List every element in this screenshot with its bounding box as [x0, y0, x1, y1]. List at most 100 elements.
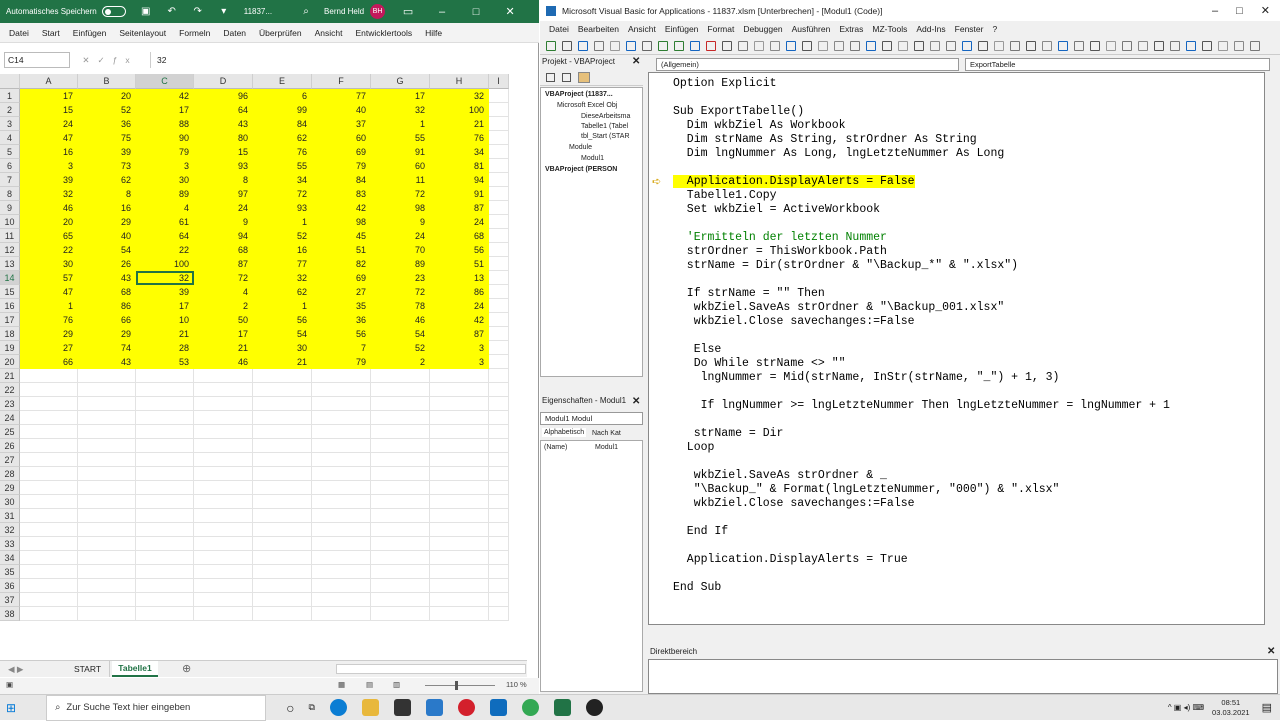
zoom-slider-thumb[interactable] — [455, 681, 458, 690]
table-cell[interactable]: 62 — [78, 173, 136, 187]
table-cell[interactable] — [430, 383, 489, 397]
table-cell[interactable] — [371, 509, 430, 523]
table-cell[interactable]: 56 — [312, 327, 371, 341]
tree-item-thisworkbook[interactable]: DieseArbeitsma — [581, 113, 630, 120]
table-cell[interactable] — [253, 495, 312, 509]
maximize-icon[interactable]: □ — [465, 6, 487, 18]
table-cell[interactable]: 36 — [312, 313, 371, 327]
table-cell[interactable] — [489, 593, 509, 607]
table-cell[interactable] — [136, 495, 194, 509]
table-cell[interactable] — [253, 565, 312, 579]
sheet-tab-tabelle1[interactable]: Tabelle1 — [112, 661, 158, 677]
table-cell[interactable]: 24 — [430, 215, 489, 229]
row-header[interactable]: 22 — [0, 383, 20, 397]
table-cell[interactable] — [253, 383, 312, 397]
table-cell[interactable] — [253, 523, 312, 537]
search-icon[interactable]: ⌕ — [300, 6, 312, 18]
table-cell[interactable] — [489, 215, 509, 229]
row-header[interactable]: 24 — [0, 411, 20, 425]
table-cell[interactable] — [78, 551, 136, 565]
table-cell[interactable]: 30 — [253, 341, 312, 355]
table-cell[interactable]: 11 — [371, 173, 430, 187]
table-cell[interactable] — [253, 425, 312, 439]
table-cell[interactable]: 79 — [312, 355, 371, 369]
row-header[interactable]: 34 — [0, 551, 20, 565]
toolbar-button-icon[interactable] — [1106, 40, 1116, 51]
table-cell[interactable] — [430, 593, 489, 607]
table-cell[interactable] — [78, 439, 136, 453]
toolbar-button-icon[interactable] — [706, 40, 716, 51]
table-cell[interactable] — [489, 509, 509, 523]
table-cell[interactable] — [312, 467, 371, 481]
row-header[interactable]: 12 — [0, 243, 20, 257]
column-header[interactable]: C — [136, 74, 194, 89]
toggle-folders-icon[interactable] — [578, 72, 590, 83]
toolbar-button-icon[interactable] — [850, 40, 860, 51]
table-cell[interactable]: 99 — [253, 103, 312, 117]
table-cell[interactable]: 3 — [20, 159, 78, 173]
table-cell[interactable] — [430, 537, 489, 551]
undo-icon[interactable]: ↶ — [166, 6, 178, 18]
table-cell[interactable]: 45 — [312, 229, 371, 243]
task-view-icon[interactable]: ○ — [286, 700, 294, 716]
table-cell[interactable]: 69 — [312, 271, 371, 285]
table-cell[interactable] — [489, 117, 509, 131]
table-cell[interactable] — [312, 481, 371, 495]
table-cell[interactable] — [489, 355, 509, 369]
toolbar-button-icon[interactable] — [914, 40, 924, 51]
row-header[interactable]: 11 — [0, 229, 20, 243]
toolbar-button-icon[interactable] — [594, 40, 604, 51]
table-cell[interactable]: 42 — [430, 313, 489, 327]
vba-minimize-icon[interactable]: – — [1212, 5, 1218, 17]
table-cell[interactable] — [78, 537, 136, 551]
table-cell[interactable]: 65 — [20, 229, 78, 243]
table-cell[interactable]: 52 — [253, 229, 312, 243]
toolbar-button-icon[interactable] — [1250, 40, 1260, 51]
toolbar-button-icon[interactable] — [770, 40, 780, 51]
table-cell[interactable] — [430, 425, 489, 439]
table-cell[interactable] — [489, 397, 509, 411]
table-cell[interactable] — [312, 523, 371, 537]
table-cell[interactable]: 79 — [312, 159, 371, 173]
table-cell[interactable] — [20, 439, 78, 453]
row-header[interactable]: 35 — [0, 565, 20, 579]
column-header[interactable]: B — [78, 74, 136, 89]
table-cell[interactable] — [312, 565, 371, 579]
table-cell[interactable]: 4 — [136, 201, 194, 215]
table-cell[interactable]: 2 — [371, 355, 430, 369]
toolbar-button-icon[interactable] — [1010, 40, 1020, 51]
table-cell[interactable] — [430, 495, 489, 509]
table-cell[interactable] — [489, 271, 509, 285]
table-cell[interactable]: 1 — [20, 299, 78, 313]
table-cell[interactable]: 61 — [136, 215, 194, 229]
table-cell[interactable]: 15 — [20, 103, 78, 117]
table-cell[interactable] — [489, 439, 509, 453]
table-cell[interactable] — [136, 509, 194, 523]
vba-menu-item[interactable]: Ansicht — [628, 24, 656, 34]
table-cell[interactable] — [194, 383, 253, 397]
row-header[interactable]: 30 — [0, 495, 20, 509]
table-cell[interactable] — [253, 551, 312, 565]
table-cell[interactable] — [136, 383, 194, 397]
row-header[interactable]: 32 — [0, 523, 20, 537]
table-cell[interactable] — [194, 439, 253, 453]
table-cell[interactable]: 17 — [371, 89, 430, 103]
table-cell[interactable] — [430, 369, 489, 383]
properties-close-icon[interactable]: ✕ — [632, 396, 640, 407]
table-cell[interactable]: 46 — [194, 355, 253, 369]
table-cell[interactable] — [312, 509, 371, 523]
table-cell[interactable]: 84 — [312, 173, 371, 187]
obs-icon[interactable] — [585, 699, 603, 716]
table-cell[interactable] — [489, 481, 509, 495]
table-cell[interactable]: 68 — [78, 285, 136, 299]
toolbar-button-icon[interactable] — [1026, 40, 1036, 51]
table-cell[interactable]: 4 — [194, 285, 253, 299]
row-header[interactable]: 19 — [0, 341, 20, 355]
table-cell[interactable] — [371, 495, 430, 509]
toolbar-button-icon[interactable] — [562, 40, 572, 51]
table-cell[interactable] — [430, 523, 489, 537]
toolbar-button-icon[interactable] — [1202, 40, 1212, 51]
table-cell[interactable]: 56 — [253, 313, 312, 327]
table-cell[interactable] — [430, 509, 489, 523]
table-cell[interactable] — [20, 425, 78, 439]
